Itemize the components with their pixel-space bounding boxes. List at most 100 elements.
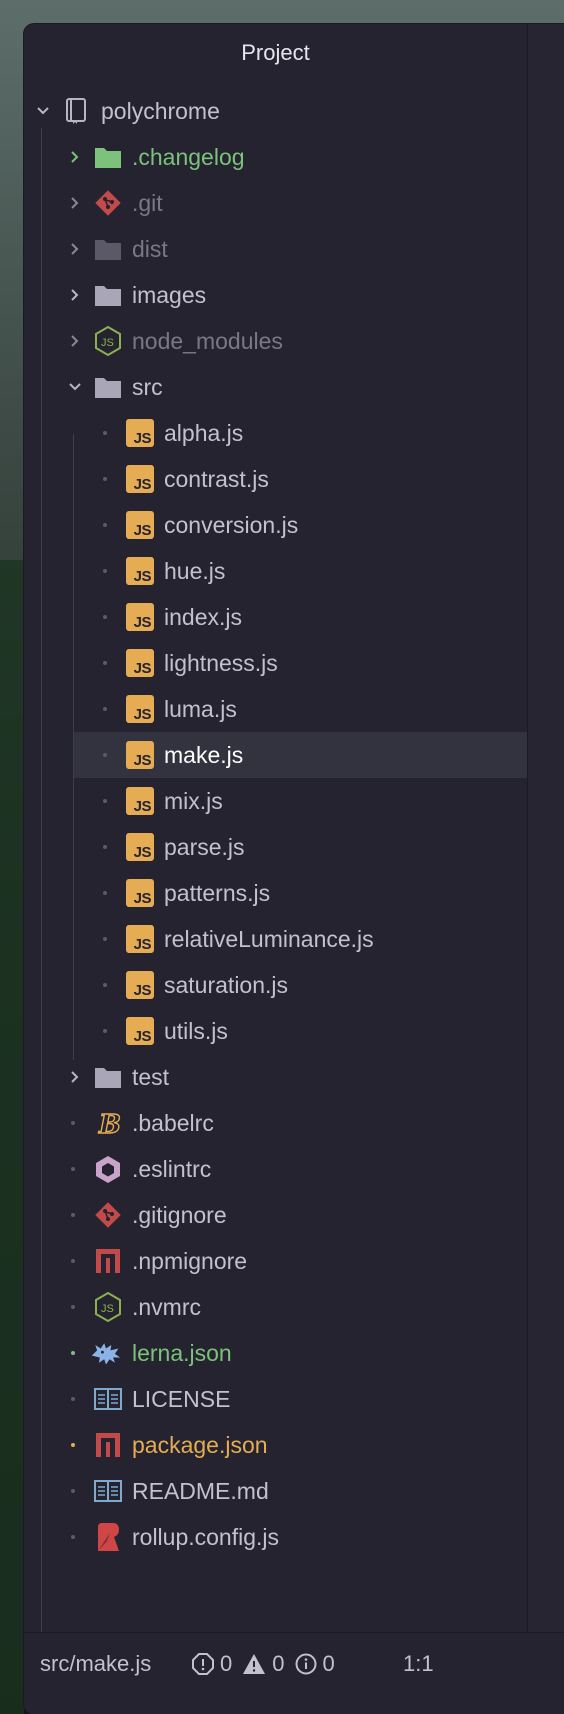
javascript-file-icon: JS bbox=[124, 417, 156, 449]
tree-folder-changelog[interactable]: .changelog bbox=[24, 134, 527, 180]
chevron-right-icon bbox=[66, 286, 84, 304]
error-count: 0 bbox=[220, 1651, 233, 1676]
chevron-down-icon bbox=[66, 378, 84, 396]
chevron-right-icon bbox=[66, 148, 84, 166]
git-icon bbox=[92, 187, 124, 219]
tree-item-label: .changelog bbox=[132, 143, 245, 170]
tree-file-license[interactable]: LICENSE bbox=[24, 1376, 527, 1422]
info-count: 0 bbox=[322, 1651, 335, 1676]
tree-item-label: node_modules bbox=[132, 327, 283, 354]
tree-item-label: saturation.js bbox=[164, 971, 289, 998]
tree-file-js[interactable]: JS contrast.js bbox=[24, 456, 527, 502]
tree-folder-images[interactable]: images bbox=[24, 272, 527, 318]
tree-file-js[interactable]: JS luma.js bbox=[24, 686, 527, 732]
status-dot bbox=[103, 569, 107, 573]
tree-file-npmignore[interactable]: .npmignore bbox=[24, 1238, 527, 1284]
npm-icon bbox=[92, 1245, 124, 1277]
tree-file-js[interactable]: JS lightness.js bbox=[24, 640, 527, 686]
rollup-icon bbox=[92, 1521, 124, 1553]
tree-file-js[interactable]: JS saturation.js bbox=[24, 962, 527, 1008]
javascript-file-icon: JS bbox=[124, 601, 156, 633]
warning-icon bbox=[242, 1653, 266, 1675]
tree-file-lerna[interactable]: lerna.json bbox=[24, 1330, 527, 1376]
tree-file-js[interactable]: JS mix.js bbox=[24, 778, 527, 824]
status-dot bbox=[71, 1535, 75, 1539]
tree-root-polychrome[interactable]: polychrome bbox=[24, 88, 527, 134]
tree-file-js[interactable]: JS index.js bbox=[24, 594, 527, 640]
folder-icon bbox=[92, 141, 124, 173]
tree-item-label: patterns.js bbox=[164, 879, 271, 906]
status-dot bbox=[71, 1213, 75, 1217]
tree-file-package-json[interactable]: package.json bbox=[24, 1422, 527, 1468]
tree-folder-node-modules[interactable]: JS node_modules bbox=[24, 318, 527, 364]
javascript-file-icon: JS bbox=[124, 509, 156, 541]
status-dot bbox=[103, 431, 107, 435]
status-dot bbox=[71, 1167, 75, 1171]
tree-file-js[interactable]: JS alpha.js bbox=[24, 410, 527, 456]
tree-folder-git[interactable]: .git bbox=[24, 180, 527, 226]
cursor-position[interactable]: 1:1 bbox=[403, 1633, 434, 1695]
tree-file-js[interactable]: JS utils.js bbox=[24, 1008, 527, 1054]
javascript-file-icon: JS bbox=[124, 1015, 156, 1047]
tree-file-babelrc[interactable]: B .babelrc bbox=[24, 1100, 527, 1146]
status-bar: src/make.js 0 0 0 1:1 bbox=[24, 1632, 564, 1695]
tree-folder-test[interactable]: test bbox=[24, 1054, 527, 1100]
background-foliage bbox=[0, 560, 24, 1714]
tree-item-label: alpha.js bbox=[164, 419, 244, 446]
chevron-right-icon bbox=[66, 240, 84, 258]
tree-item-label: .git bbox=[132, 189, 163, 216]
current-file-path[interactable]: src/make.js bbox=[40, 1633, 151, 1695]
svg-text:JS: JS bbox=[101, 1303, 114, 1315]
folder-icon bbox=[92, 279, 124, 311]
javascript-file-icon: JS bbox=[124, 877, 156, 909]
folder-icon bbox=[92, 371, 124, 403]
tree-file-js[interactable]: JS conversion.js bbox=[24, 502, 527, 548]
tree-file-rollup[interactable]: rollup.config.js bbox=[24, 1514, 527, 1560]
tree-item-label: lerna.json bbox=[132, 1339, 232, 1366]
nodejs-icon: JS bbox=[92, 325, 124, 357]
chevron-right-icon bbox=[66, 1068, 84, 1086]
tree-item-label: .babelrc bbox=[132, 1109, 214, 1136]
tree-folder-src[interactable]: src bbox=[24, 364, 527, 410]
status-dot-modified bbox=[71, 1443, 75, 1447]
javascript-file-icon: JS bbox=[124, 555, 156, 587]
tree-item-label: parse.js bbox=[164, 833, 245, 860]
tree-file-js-selected[interactable]: JS make.js bbox=[74, 732, 527, 778]
status-dot bbox=[103, 753, 107, 757]
linter-status[interactable]: 0 0 0 bbox=[192, 1633, 335, 1695]
tree-file-js[interactable]: JS patterns.js bbox=[24, 870, 527, 916]
status-dot-added bbox=[71, 1351, 75, 1355]
tree-file-nvmrc[interactable]: JS .nvmrc bbox=[24, 1284, 527, 1330]
status-dot bbox=[103, 891, 107, 895]
javascript-file-icon: JS bbox=[124, 785, 156, 817]
tree-file-eslintrc[interactable]: .eslintrc bbox=[24, 1146, 527, 1192]
status-dot bbox=[71, 1121, 75, 1125]
tree-item-label: hue.js bbox=[164, 557, 226, 584]
tree-file-js[interactable]: JS relativeLuminance.js bbox=[24, 916, 527, 962]
javascript-file-icon: JS bbox=[124, 969, 156, 1001]
javascript-file-icon: JS bbox=[124, 739, 156, 771]
svg-text:B: B bbox=[98, 1110, 121, 1138]
status-dot bbox=[103, 523, 107, 527]
book-icon bbox=[92, 1475, 124, 1507]
tree-folder-dist[interactable]: dist bbox=[24, 226, 527, 272]
javascript-file-icon: JS bbox=[124, 647, 156, 679]
tree-file-js[interactable]: JS hue.js bbox=[24, 548, 527, 594]
tree-file-gitignore[interactable]: .gitignore bbox=[24, 1192, 527, 1238]
status-dot bbox=[103, 845, 107, 849]
tree-item-label: utils.js bbox=[164, 1017, 228, 1044]
panel-title: Project bbox=[241, 40, 310, 65]
tree-item-label: .eslintrc bbox=[132, 1155, 212, 1182]
babel-icon: B bbox=[92, 1107, 124, 1139]
chevron-down-icon bbox=[34, 102, 52, 120]
tree-item-label: conversion.js bbox=[164, 511, 299, 538]
eslint-icon bbox=[92, 1153, 124, 1185]
folder-icon bbox=[92, 233, 124, 265]
tree-file-js[interactable]: JS parse.js bbox=[24, 824, 527, 870]
warning-count: 0 bbox=[272, 1651, 285, 1676]
chevron-right-icon bbox=[66, 332, 84, 350]
tree-file-readme[interactable]: README.md bbox=[24, 1468, 527, 1514]
editor-pane[interactable] bbox=[528, 24, 564, 1632]
tree-item-label: dist bbox=[132, 235, 168, 262]
tree-item-label: .npmignore bbox=[132, 1247, 248, 1274]
